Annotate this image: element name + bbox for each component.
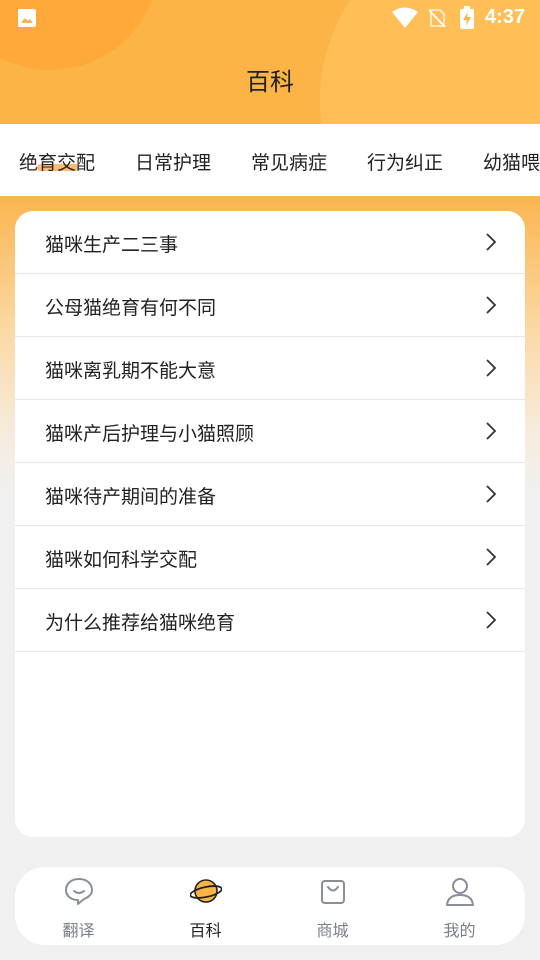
tab-sterilization-mating[interactable]: 绝育交配 [19,148,95,175]
shopping-bag-icon [321,880,345,904]
chat-bubble-icon [65,878,93,905]
article-title: 公母猫绝育有何不同 [45,297,217,319]
article-title: 猫咪离乳期不能大意 [45,360,217,382]
chevron-right-icon [486,359,497,377]
nav-translate[interactable]: 翻译 [15,867,142,945]
chevron-right-icon [486,611,497,629]
tab-behavior-correction[interactable]: 行为纠正 [367,148,443,175]
tab-label: 幼猫喂 [483,152,540,174]
article-title: 猫咪待产期间的准备 [45,486,217,508]
category-tabs: 绝育交配 日常护理 常见病症 行为纠正 幼猫喂 [0,124,540,196]
planet-icon [190,879,222,903]
article-row[interactable]: 猫咪如何科学交配 [15,526,525,589]
nav-label: 百科 [189,921,222,940]
article-title: 为什么推荐给猫咪绝育 [45,612,236,634]
tab-label: 日常护理 [135,152,212,174]
status-time: 4:37 [485,6,526,28]
chevron-right-icon [486,233,497,251]
no-sim-icon [428,9,446,28]
tab-daily-care[interactable]: 日常护理 [135,148,211,175]
article-row[interactable]: 猫咪离乳期不能大意 [15,337,525,400]
chevron-right-icon [486,422,497,440]
tab-label: 行为纠正 [367,152,444,174]
tab-common-illness[interactable]: 常见病症 [251,148,327,175]
article-row[interactable]: 猫咪生产二三事 [15,211,525,274]
article-list: 猫咪生产二三事 公母猫绝育有何不同 猫咪离乳期不能大意 猫咪产后护理与小猫照顾 … [15,211,525,837]
nav-label: 商城 [316,921,349,940]
article-title: 猫咪生产二三事 [45,234,179,256]
article-title: 猫咪产后护理与小猫照顾 [45,423,255,445]
article-title: 猫咪如何科学交配 [45,549,198,571]
nav-shop[interactable]: 商城 [269,867,396,945]
nav-encyclopedia[interactable]: 百科 [142,867,269,945]
nav-label: 翻译 [62,921,95,940]
chevron-right-icon [486,296,497,314]
battery-charging-icon [460,6,474,29]
bottom-navigation: 翻译 百科 商城 我的 [15,867,525,945]
wifi-icon [392,7,418,28]
status-bar: 4:37 [0,0,540,36]
article-row[interactable]: 公母猫绝育有何不同 [15,274,525,337]
article-row[interactable]: 猫咪待产期间的准备 [15,463,525,526]
user-icon [446,878,474,906]
article-row[interactable]: 猫咪产后护理与小猫照顾 [15,400,525,463]
nav-profile[interactable]: 我的 [396,867,523,945]
article-row[interactable]: 为什么推荐给猫咪绝育 [15,589,525,652]
chevron-right-icon [486,485,497,503]
page-title: 百科 [246,68,294,96]
image-icon [18,9,36,27]
tab-label: 绝育交配 [19,152,96,174]
chevron-right-icon [486,548,497,566]
nav-label: 我的 [443,921,476,940]
tab-kitten-feeding[interactable]: 幼猫喂 [483,148,540,175]
tab-label: 常见病症 [251,152,328,174]
